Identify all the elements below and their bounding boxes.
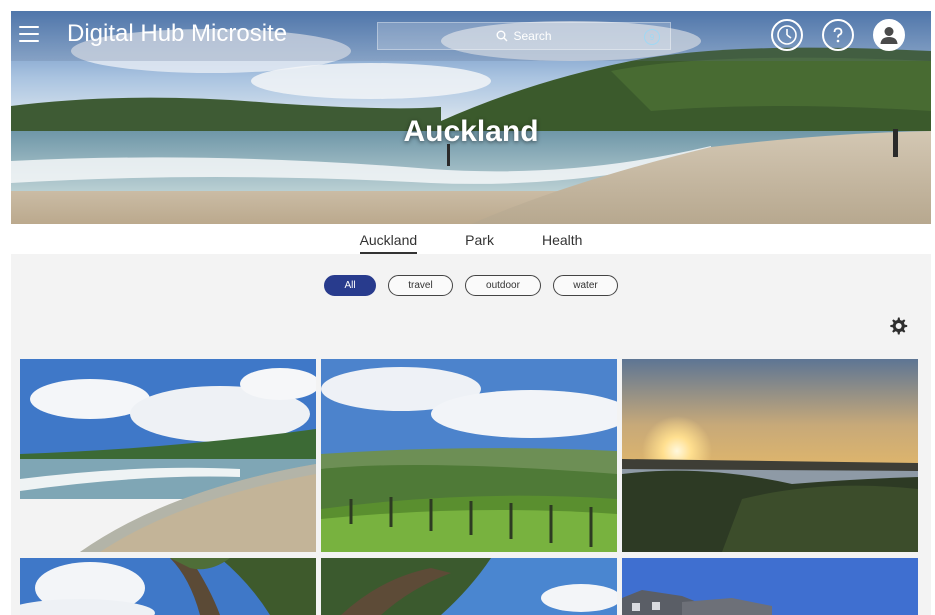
user-button[interactable] [873,19,905,51]
category-tabs: Auckland Park Health [11,224,931,254]
app-title: Digital Hub Microsite [67,20,288,47]
page: Auckland Digital Hub Microsite Search 9 [0,0,935,615]
beach-photo [20,359,316,552]
tab-auckland[interactable]: Auckland [359,224,418,254]
lodge-photo [622,558,918,615]
filter-all[interactable]: All [324,275,376,296]
search-placeholder: Search [513,29,552,43]
tree-photo [20,558,316,615]
filter-travel[interactable]: travel [388,275,453,296]
tab-health[interactable]: Health [542,224,582,254]
gear-icon[interactable] [888,316,908,336]
tab-park[interactable]: Park [465,224,494,254]
gallery-tile-beach[interactable] [20,359,316,552]
user-icon [880,27,898,44]
gallery-tile-sunset[interactable] [622,359,918,552]
filter-water[interactable]: water [553,275,618,296]
sunset-photo [622,359,918,552]
top-bar: Digital Hub Microsite Search 9 [11,11,931,61]
history-button[interactable] [771,19,803,51]
history-icon [777,25,797,45]
gallery-tile-vineyard[interactable] [321,359,617,552]
search-input[interactable]: Search 9 [377,22,671,50]
help-icon [833,27,843,43]
help-button[interactable] [822,19,854,51]
gallery-tile-tree[interactable] [20,558,316,615]
gallery-tile-lodge[interactable] [622,558,918,615]
menu-icon[interactable] [19,26,39,44]
forest-photo [321,558,617,615]
hero-title: Auckland [403,115,539,148]
content-area: All travel outdoor water [11,254,931,615]
search-icon [496,30,508,42]
vineyard-photo [321,359,617,552]
gallery-tile-forest[interactable] [321,558,617,615]
filter-chips: All travel outdoor water [11,275,931,296]
search-badge: 9 [644,29,660,45]
filter-outdoor[interactable]: outdoor [465,275,541,296]
